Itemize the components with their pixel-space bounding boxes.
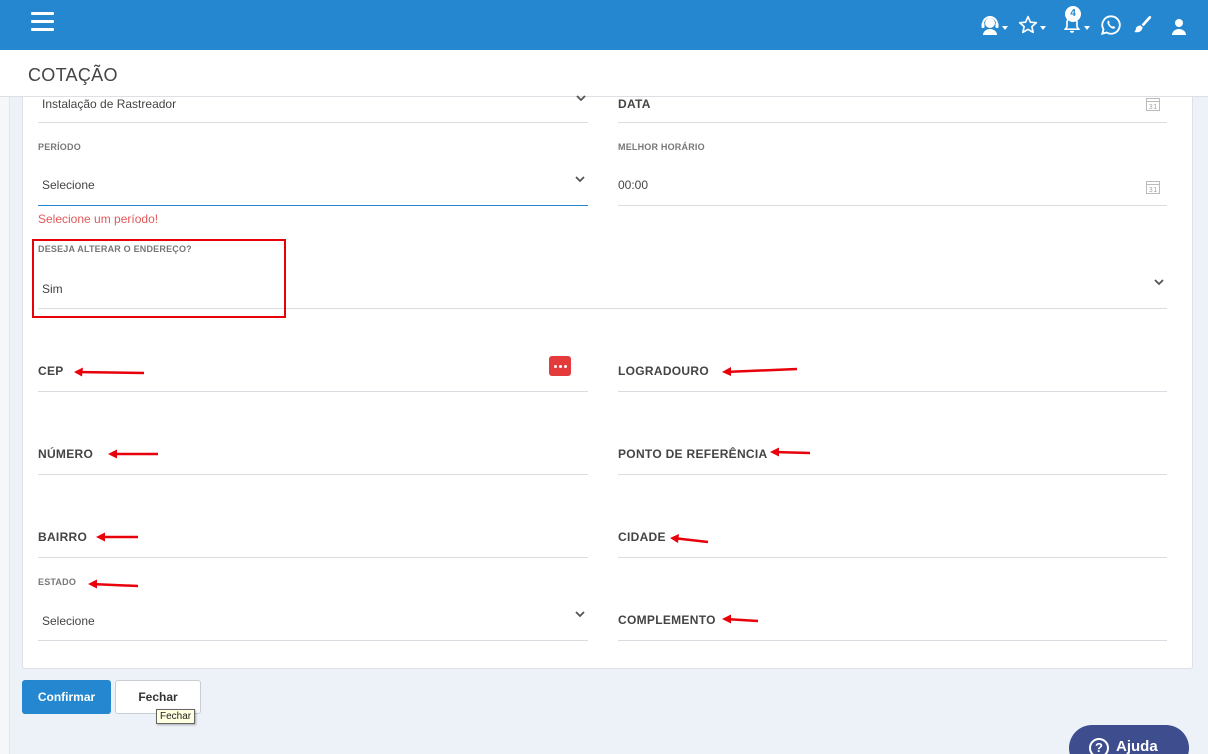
chevron-down-icon [1154, 279, 1164, 286]
more-dots-icon [563, 364, 567, 368]
paint-brush-icon [1134, 15, 1152, 33]
top-navbar: 4 [0, 0, 1208, 50]
annotation-arrow-icon [722, 367, 798, 376]
help-button[interactable]: ? Ajuda [1069, 725, 1189, 754]
best-time-input[interactable]: 00:00 31 [618, 164, 1167, 206]
favorites-menu-button[interactable] [1018, 12, 1046, 38]
star-icon [1018, 15, 1038, 34]
best-time-value: 00:00 [618, 178, 649, 192]
more-dots-icon [553, 364, 557, 368]
calendar-icon[interactable]: 31 [1145, 96, 1161, 112]
user-icon [1172, 19, 1186, 35]
annotation-arrow-icon [96, 532, 138, 542]
state-value: Selecione [42, 614, 95, 628]
date-label: DATA [618, 97, 651, 111]
hamburger-icon-line [31, 28, 54, 31]
district-label: BAIRRO [38, 530, 88, 544]
caret-down-icon [1084, 26, 1090, 30]
help-label: Ajuda [1116, 738, 1158, 754]
annotation-arrow-icon [88, 579, 139, 589]
caret-down-icon [1040, 26, 1046, 30]
chevron-down-icon [576, 95, 586, 102]
service-type-select[interactable]: Instalação de Rastreador [38, 95, 588, 123]
caret-down-icon [1002, 26, 1008, 30]
cep-search-more-button[interactable] [549, 356, 571, 376]
annotation-arrow-icon [722, 614, 759, 624]
theme-customize-button[interactable] [1132, 12, 1154, 38]
more-dots-icon [558, 364, 562, 368]
reference-label: PONTO DE REFERÊNCIA [618, 447, 768, 461]
period-value: Selecione [42, 178, 95, 192]
headset-user-icon [981, 16, 999, 35]
close-button-tooltip: Fechar [156, 709, 196, 724]
chevron-down-icon [575, 176, 585, 183]
street-field[interactable]: LOGRADOURO [618, 350, 1167, 392]
service-type-value: Instalação de Rastreador [42, 97, 177, 111]
best-time-label: MELHOR HORÁRIO [618, 142, 705, 152]
hamburger-icon-line [31, 20, 54, 23]
user-profile-button[interactable] [1171, 12, 1187, 38]
complement-label: COMPLEMENTO [618, 613, 716, 627]
annotation-arrow-icon [74, 367, 145, 377]
annotation-arrow-icon [670, 534, 709, 544]
notifications-menu-button[interactable]: 4 [1062, 6, 1090, 38]
chevron-down-icon [575, 611, 585, 618]
period-error-message: Selecione um período! [38, 212, 159, 226]
street-label: LOGRADOURO [618, 364, 709, 378]
annotation-highlight-box [32, 239, 286, 318]
question-circle-icon: ? [1089, 738, 1109, 754]
menu-toggle-button[interactable] [31, 12, 54, 32]
number-label: NÚMERO [38, 447, 94, 461]
complement-field[interactable]: COMPLEMENTO [618, 599, 1167, 641]
state-label: ESTADO [38, 577, 77, 587]
notification-count-badge: 4 [1065, 6, 1081, 22]
period-label: PERÍODO [38, 142, 81, 152]
calendar-icon[interactable]: 31 [1145, 179, 1161, 195]
hamburger-icon [31, 12, 54, 15]
support-menu-button[interactable] [980, 12, 1008, 38]
whatsapp-icon [1100, 15, 1121, 36]
sidebar-edge [0, 97, 10, 754]
confirm-button[interactable]: Confirmar [22, 680, 111, 714]
svg-text:31: 31 [1149, 103, 1158, 111]
state-select[interactable]: Selecione [38, 599, 588, 641]
period-select[interactable]: Selecione [38, 164, 588, 206]
cep-label: CEP [38, 364, 64, 378]
annotation-arrow-icon [108, 449, 158, 459]
whatsapp-button[interactable] [1100, 12, 1122, 38]
city-label: CIDADE [618, 530, 666, 544]
svg-text:31: 31 [1149, 186, 1158, 194]
reference-field[interactable]: PONTO DE REFERÊNCIA [618, 433, 1167, 475]
date-field[interactable]: DATA 31 [618, 97, 1167, 123]
page-header: COTAÇÃO [0, 50, 1208, 97]
annotation-arrow-icon [770, 447, 811, 457]
page-title: COTAÇÃO [28, 65, 118, 85]
